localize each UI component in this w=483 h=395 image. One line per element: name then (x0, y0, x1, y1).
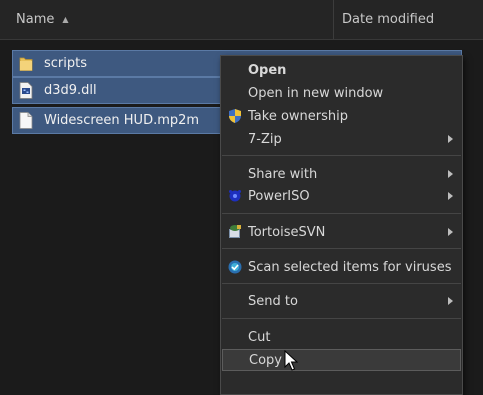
menu-item-send-to[interactable]: Send to (222, 290, 461, 312)
submenu-arrow-icon (448, 135, 453, 143)
uac-shield-icon (227, 108, 243, 124)
tortoisesvn-icon (227, 224, 243, 240)
poweriso-icon (227, 188, 243, 204)
menu-item-label: TortoiseSVN (248, 224, 326, 240)
column-header: Name ▲ Date modified (0, 0, 483, 40)
menu-item-share-with[interactable]: Share with (222, 163, 461, 185)
menu-item-label: Open (248, 62, 287, 78)
sort-ascending-icon: ▲ (62, 15, 69, 24)
menu-item-label: Open in new window (248, 85, 384, 101)
menu-item-label: Share with (248, 166, 318, 182)
menu-item-label: Scan selected items for viruses (248, 259, 452, 275)
menu-separator (222, 318, 461, 319)
folder-icon (19, 55, 33, 72)
menu-separator (222, 283, 461, 284)
submenu-arrow-icon (448, 192, 453, 200)
blank-file-icon (19, 112, 33, 129)
menu-item-poweriso[interactable]: PowerISO (222, 185, 461, 207)
menu-item-tortoisesvn[interactable]: TortoiseSVN (222, 221, 461, 243)
menu-item-label: 7-Zip (248, 131, 282, 147)
antivirus-icon (227, 259, 243, 275)
menu-item-open[interactable]: Open (222, 59, 461, 81)
name-column-label: Name (16, 12, 55, 27)
menu-item-take-ownership[interactable]: Take ownership (222, 105, 461, 127)
date-modified-column-header[interactable]: Date modified (334, 0, 483, 39)
menu-separator (222, 155, 461, 156)
menu-item-copy[interactable]: Copy (222, 349, 461, 371)
menu-item-label: Copy (249, 352, 282, 368)
menu-item-open-new-window[interactable]: Open in new window (222, 82, 461, 104)
menu-item-label: Cut (248, 329, 271, 345)
menu-item-7zip[interactable]: 7-Zip (222, 128, 461, 150)
submenu-arrow-icon (448, 297, 453, 305)
context-menu: Open Open in new window Take ownership 7… (220, 55, 463, 395)
menu-separator (222, 213, 461, 214)
menu-item-label: PowerISO (248, 188, 310, 204)
date-modified-column-label: Date modified (342, 12, 435, 27)
menu-item-label: Send to (248, 293, 298, 309)
file-name: Widescreen HUD.mp2m (44, 113, 200, 128)
menu-item-scan-viruses[interactable]: Scan selected items for viruses (222, 256, 461, 278)
file-name: d3d9.dll (44, 83, 97, 98)
file-name: scripts (44, 56, 87, 71)
name-column-header[interactable]: Name ▲ (0, 0, 334, 39)
menu-separator (222, 248, 461, 249)
mouse-pointer-icon (284, 349, 299, 372)
submenu-arrow-icon (448, 228, 453, 236)
menu-item-label: Take ownership (248, 108, 348, 124)
dll-file-icon (19, 82, 33, 99)
menu-item-cut[interactable]: Cut (222, 326, 461, 348)
submenu-arrow-icon (448, 170, 453, 178)
